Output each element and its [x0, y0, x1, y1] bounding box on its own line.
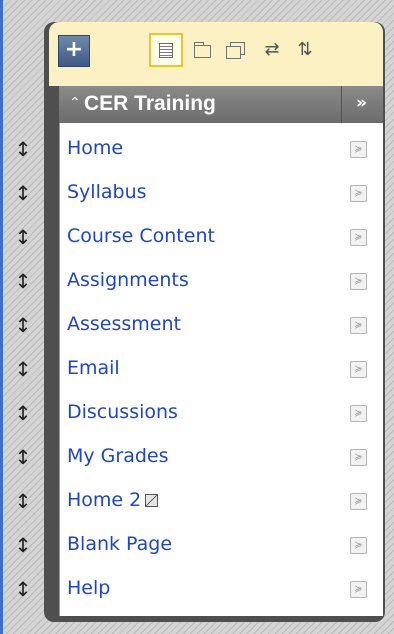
drag-handle-icon[interactable]: ↕	[3, 351, 43, 387]
folder-view-icon	[193, 41, 211, 58]
menu-item-course-content[interactable]: Course Content ≽	[60, 215, 383, 259]
title-divider	[341, 86, 342, 123]
item-options-icon[interactable]: ≽	[350, 537, 367, 554]
drag-handle-icon[interactable]: ↕	[3, 439, 43, 475]
menu-item-blank-page[interactable]: Blank Page ≽	[60, 523, 383, 567]
item-options-icon[interactable]: ≽	[350, 449, 367, 466]
course-menu-list: Home ≽ Syllabus ≽ Course Content ≽ Assig…	[59, 123, 383, 616]
menu-item-syllabus[interactable]: Syllabus ≽	[60, 171, 383, 215]
drag-handle-icon[interactable]: ↕	[3, 307, 43, 343]
add-menu-item-button[interactable]: +	[58, 35, 90, 67]
item-options-icon[interactable]: ≽	[350, 229, 367, 246]
expand-menu-icon[interactable]: »	[356, 93, 367, 113]
menu-item-help[interactable]: Help ≽	[60, 567, 383, 611]
drag-handle-icon[interactable]: ↕	[3, 527, 43, 563]
sort-button[interactable]: ⇅	[288, 33, 322, 67]
menu-item-label-wrap[interactable]: Home 2	[67, 489, 159, 511]
menu-item-label[interactable]: Course Content	[67, 225, 215, 247]
item-options-icon[interactable]: ≽	[350, 405, 367, 422]
menu-item-label[interactable]: Home 2	[67, 489, 141, 511]
menu-item-discussions[interactable]: Discussions ≽	[60, 391, 383, 435]
list-view-button[interactable]	[149, 33, 183, 67]
folder-view-button[interactable]	[185, 33, 219, 67]
drag-handle-icon[interactable]: ↕	[3, 175, 43, 211]
item-options-icon[interactable]: ≽	[350, 581, 367, 598]
item-options-icon[interactable]: ≽	[350, 273, 367, 290]
menu-item-email[interactable]: Email ≽	[60, 347, 383, 391]
item-options-icon[interactable]: ≽	[350, 185, 367, 202]
drag-handle-icon[interactable]: ↕	[3, 483, 43, 519]
menu-item-home[interactable]: Home ≽	[60, 127, 383, 171]
menu-item-label[interactable]: Home	[67, 137, 123, 159]
list-view-icon	[159, 42, 173, 58]
item-options-icon[interactable]: ≽	[350, 361, 367, 378]
menu-item-label[interactable]: Blank Page	[67, 533, 172, 555]
menu-item-label[interactable]: Email	[67, 357, 120, 379]
refresh-button[interactable]: ⇄	[255, 33, 289, 67]
new-window-button[interactable]	[218, 33, 252, 67]
item-options-icon[interactable]: ≽	[350, 141, 367, 158]
collapse-chevron-icon[interactable]: ⌃	[69, 95, 81, 111]
hidden-from-students-icon	[145, 494, 159, 507]
drag-handle-icon[interactable]: ↕	[3, 571, 43, 607]
menu-item-label[interactable]: My Grades	[67, 445, 169, 467]
drag-handle-icon[interactable]: ↕	[3, 131, 43, 167]
drag-handle-icon[interactable]: ↕	[3, 263, 43, 299]
sort-icon: ⇅	[297, 39, 313, 60]
menu-item-label[interactable]: Assessment	[67, 313, 181, 335]
menu-item-label[interactable]: Syllabus	[67, 181, 147, 203]
menu-item-assignments[interactable]: Assignments ≽	[60, 259, 383, 303]
menu-item-my-grades[interactable]: My Grades ≽	[60, 435, 383, 479]
item-options-icon[interactable]: ≽	[350, 317, 367, 334]
item-options-icon[interactable]: ≽	[350, 493, 367, 510]
refresh-icon: ⇄	[264, 39, 280, 60]
plus-icon: +	[64, 37, 84, 62]
windows-icon	[226, 42, 245, 59]
menu-item-label[interactable]: Help	[67, 577, 110, 599]
course-title[interactable]: CER Training	[84, 92, 216, 116]
drag-handle-icon[interactable]: ↕	[3, 219, 43, 255]
menu-item-label[interactable]: Discussions	[67, 401, 178, 423]
menu-item-home-2[interactable]: Home 2 ≽	[60, 479, 383, 523]
course-title-bar: ⌃ CER Training »	[59, 86, 383, 123]
menu-item-assessment[interactable]: Assessment ≽	[60, 303, 383, 347]
menu-item-label[interactable]: Assignments	[67, 269, 189, 291]
drag-handle-icon[interactable]: ↕	[3, 395, 43, 431]
